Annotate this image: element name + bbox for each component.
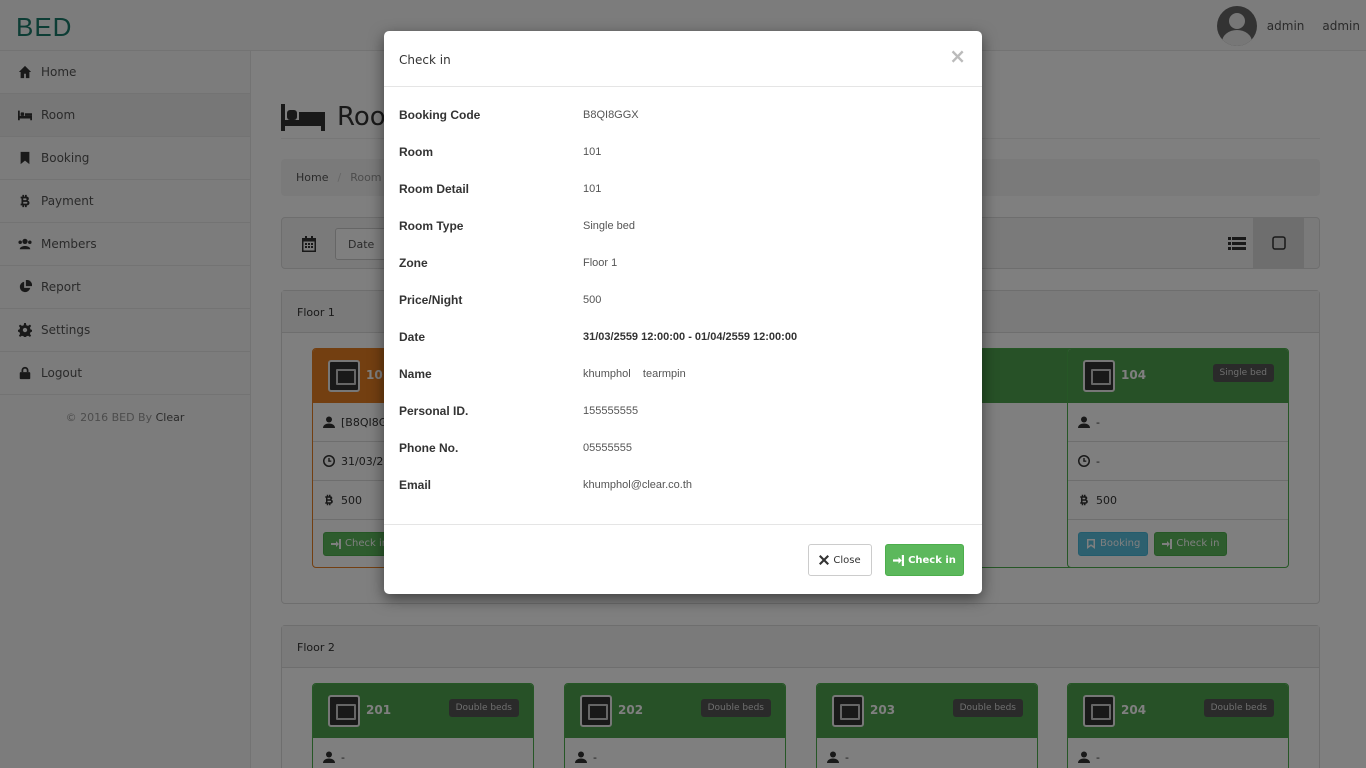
detail-value: 05555555 [583,441,632,454]
detail-value: Floor 1 [583,256,618,269]
check-in-submit-label: Check in [908,554,956,566]
modal-footer: Close Check in [384,524,982,594]
detail-row-zone: Zone Floor 1 [384,244,982,281]
detail-label: Room Detail [399,181,470,196]
detail-row-price: Price/Night 500 [384,281,982,318]
close-button-label: Close [833,554,861,566]
detail-row-email: Email khumphol@clear.co.th [384,466,982,503]
detail-value: 31/03/2559 12:00:00 - 01/04/2559 12:00:0… [583,330,798,343]
detail-value: 101 [583,145,602,158]
detail-value: 155555555 [583,404,639,417]
detail-label: Booking Code [399,107,481,122]
check-in-submit-button[interactable]: Check in [885,544,964,576]
detail-value: khumphol@clear.co.th [583,478,693,491]
detail-label: Email [399,477,432,492]
detail-row-personal-id: Personal ID. 155555555 [384,392,982,429]
detail-row-date: Date 31/03/2559 12:00:00 - 01/04/2559 12… [384,318,982,355]
detail-row-phone: Phone No. 05555555 [384,429,982,466]
detail-label: Date [399,329,426,344]
detail-value: Single bed [583,219,635,232]
close-button[interactable]: Close [808,544,872,576]
detail-value: 101 [583,182,602,195]
detail-value: 500 [583,293,602,306]
detail-label: Price/Night [399,292,463,307]
detail-row-name: Name khumphol tearmpin [384,355,982,392]
detail-label: Room [399,144,433,159]
detail-row-room: Room 101 [384,133,982,170]
close-icon [819,555,830,565]
detail-label: Personal ID. [399,403,469,418]
modal-title: Check in [399,53,451,67]
check-in-modal: Check in × Booking Code B8QI8GGX Room 10… [384,31,982,594]
detail-value: khumphol tearmpin [583,367,686,380]
close-icon[interactable]: × [949,44,966,68]
detail-row-booking-code: Booking Code B8QI8GGX [384,96,982,133]
modal-header: Check in × [384,31,982,87]
sign-in-icon [893,554,905,566]
modal-body: Booking Code B8QI8GGX Room 101 Room Deta… [384,87,982,524]
detail-row-room-detail: Room Detail 101 [384,170,982,207]
detail-label: Name [399,366,432,381]
detail-value: B8QI8GGX [583,108,639,121]
detail-label: Room Type [399,218,464,233]
detail-label: Zone [399,255,428,270]
detail-row-room-type: Room Type Single bed [384,207,982,244]
detail-label: Phone No. [399,440,459,455]
